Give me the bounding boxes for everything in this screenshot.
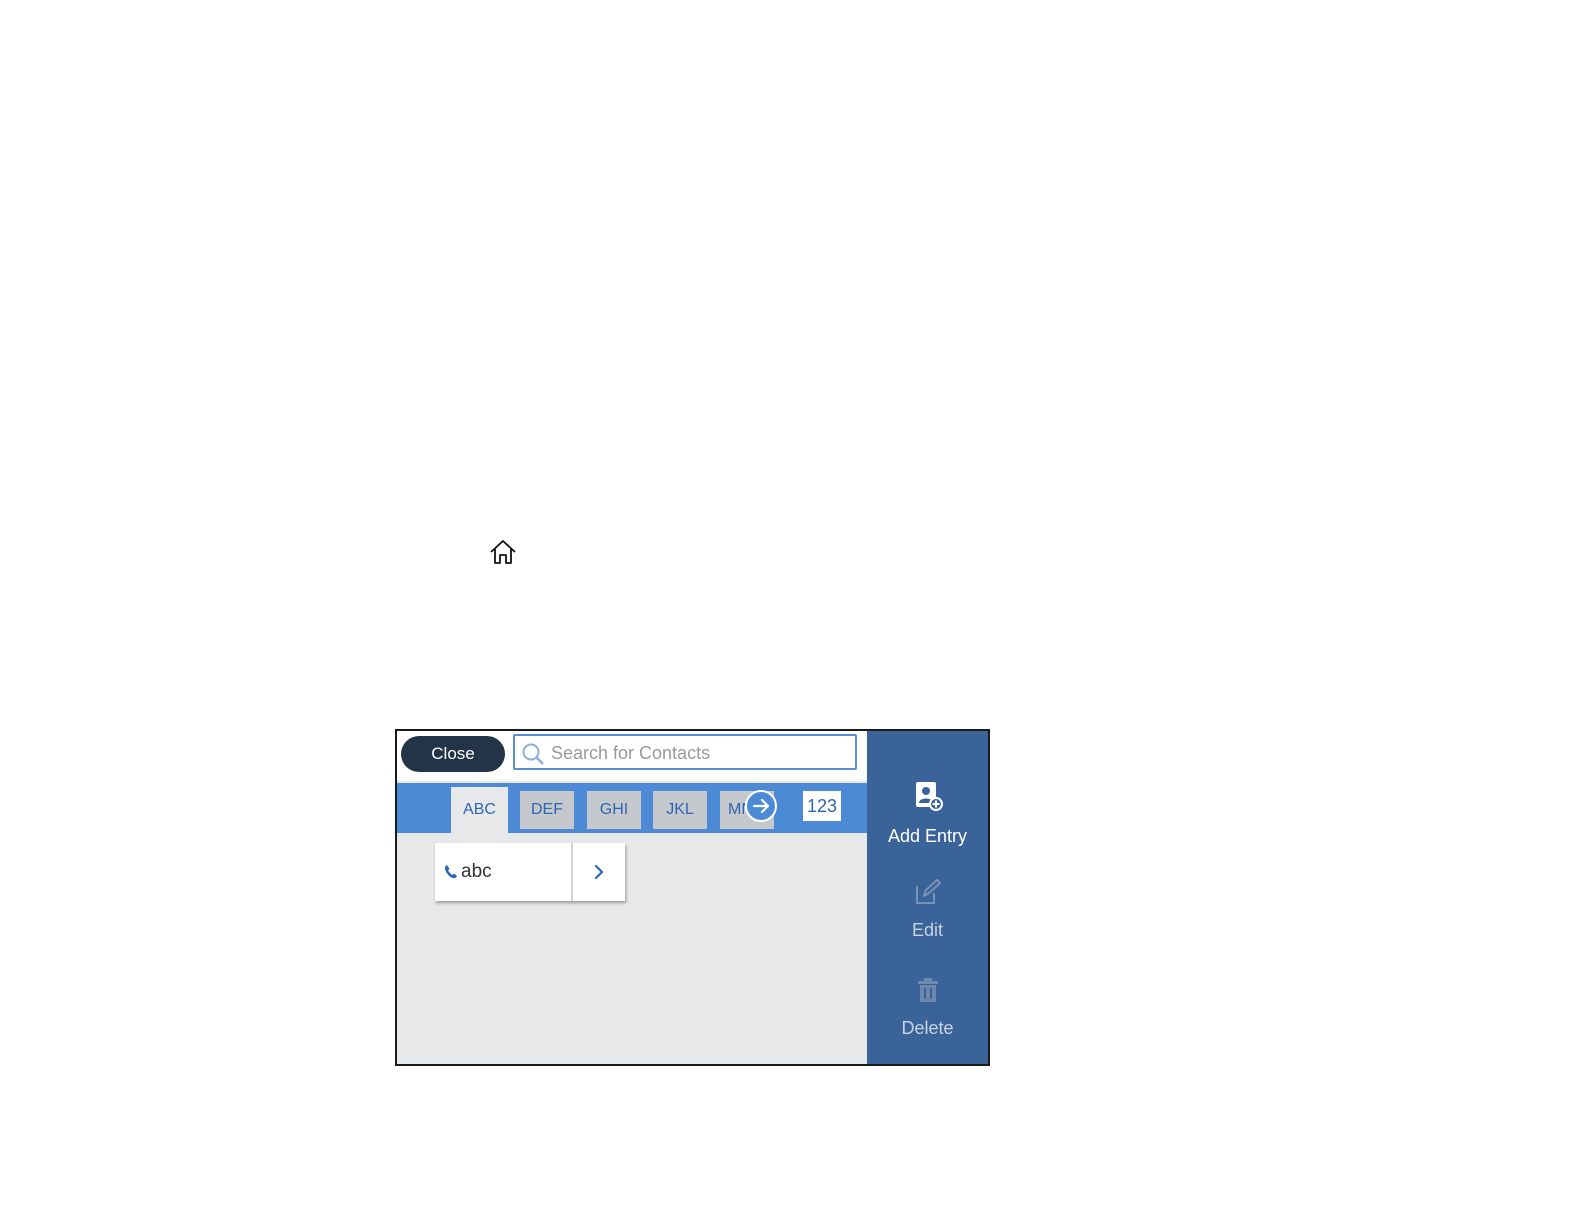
action-sidebar: Add Entry Edit Delete [867, 731, 988, 1064]
add-contact-icon [915, 782, 943, 811]
contact-name: abc [461, 861, 492, 882]
tab-abc[interactable]: ABC [451, 787, 508, 833]
delete-label: Delete [901, 1018, 954, 1038]
add-entry-label: Add Entry [887, 826, 968, 846]
top-bar: Close [397, 731, 867, 781]
tab-ghi[interactable]: GHI [587, 791, 641, 829]
phone-icon [445, 865, 457, 879]
arrow-right-icon [752, 798, 770, 814]
search-box[interactable] [513, 734, 857, 770]
home-icon [490, 540, 516, 564]
tab-123[interactable]: 123 [803, 791, 841, 821]
edit-button[interactable]: Edit [867, 877, 988, 941]
edit-icon [915, 879, 941, 904]
alphabet-tab-bar: ABC DEF GHI JKL MN 123 [397, 783, 867, 833]
contacts-screen: Close ABC DEF GHI JKL MN 123 abc [395, 729, 990, 1066]
search-input[interactable] [549, 736, 853, 770]
close-button[interactable]: Close [401, 736, 505, 772]
tab-def[interactable]: DEF [520, 791, 574, 829]
add-entry-button[interactable]: Add Entry [867, 779, 988, 847]
delete-button[interactable]: Delete [867, 975, 988, 1039]
search-icon [522, 743, 544, 765]
chevron-right-icon [594, 864, 604, 880]
next-tabs-button[interactable] [745, 790, 777, 822]
contact-details-button[interactable] [573, 843, 625, 901]
tab-jkl[interactable]: JKL [653, 791, 707, 829]
trash-icon [917, 978, 938, 1002]
contact-item[interactable]: abc [435, 843, 625, 901]
edit-label: Edit [911, 920, 944, 940]
